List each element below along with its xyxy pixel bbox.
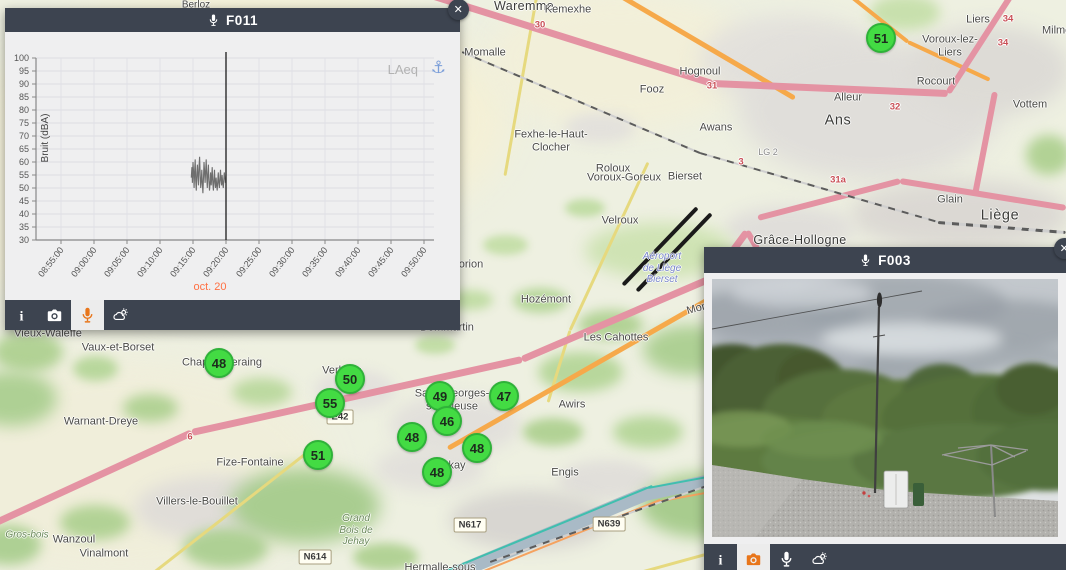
noise-chart: 303540455055606570758085909510008:55:00 0… [14,52,434,293]
noise-marker[interactable]: 48 [397,422,427,452]
svg-text:09:50:00: 09:50:00 [399,245,428,279]
svg-text:55: 55 [19,170,29,180]
map[interactable]: Berloz Waremme Kemexhe Momalle Hognoul Fooz Aw… [0,0,1066,570]
noise-marker[interactable]: 48 [204,348,234,378]
station-photo [672,274,1066,541]
svg-text:09:40:00: 09:40:00 [333,245,362,279]
svg-text:Bruit (dBA): Bruit (dBA) [40,114,51,163]
svg-text:40: 40 [19,209,29,219]
svg-text:09:20:00: 09:20:00 [201,245,230,279]
panel-title: F003 [878,252,911,268]
svg-text:09:25:00: 09:25:00 [234,245,263,279]
close-icon[interactable]: ✕ [448,0,469,20]
microphone-icon [209,14,218,26]
svg-text:45: 45 [19,196,29,206]
svg-text:09:05:00: 09:05:00 [102,245,131,279]
noise-marker[interactable]: 47 [489,381,519,411]
station-panel-f011: F011 ✕ 30 35 40 45 50 55 60 65 70 75 80 85 90 95 100 08… [5,0,469,330]
noise-marker[interactable]: 50 [335,364,365,394]
noise-marker[interactable]: 46 [432,406,462,436]
noise-marker[interactable]: 55 [315,388,345,418]
station-photo-image [672,274,1066,541]
f003-toolbar: i [704,544,1066,570]
noise-marker[interactable]: 51 [303,440,333,470]
noise-marker[interactable]: 48 [422,457,452,487]
svg-text:09:35:00: 09:35:00 [300,245,329,279]
svg-text:100: 100 [14,53,29,63]
mic-tab[interactable] [71,300,104,330]
svg-text:60: 60 [19,157,29,167]
anchor-icon[interactable]: ⚓ [431,58,446,78]
camera-tab[interactable] [38,300,71,330]
svg-text:LAeq: LAeq [388,62,418,77]
svg-text:30: 30 [19,235,29,245]
weather-tab[interactable] [104,300,137,330]
svg-text:09:45:00: 09:45:00 [366,245,395,279]
svg-text:95: 95 [19,66,29,76]
svg-text:09:10:00: 09:10:00 [135,245,164,279]
svg-text:i: i [719,552,723,568]
noise-marker[interactable]: 51 [866,23,896,53]
svg-text:i: i [20,308,24,324]
svg-text:70: 70 [19,131,29,141]
close-icon[interactable]: ✕ [1054,238,1066,259]
svg-text:09:15:00: 09:15:00 [168,245,197,279]
panel-header[interactable]: F003 ✕ [704,238,1066,273]
info-tab[interactable]: i [5,300,38,330]
info-tab[interactable]: i [704,544,737,570]
svg-text:08:55:00: 08:55:00 [36,245,65,279]
mic-tab[interactable] [770,544,803,570]
weather-tab[interactable] [803,544,836,570]
svg-text:90: 90 [19,79,29,89]
svg-text:80: 80 [19,105,29,115]
svg-text:35: 35 [19,222,29,232]
f011-toolbar: i [5,300,460,330]
svg-text:50: 50 [19,183,29,193]
svg-text:09:00:00: 09:00:00 [69,245,98,279]
station-panel-f003: F003 ✕ i [672,238,1066,570]
svg-text:75: 75 [19,118,29,128]
svg-text:oct. 20: oct. 20 [193,281,226,293]
camera-tab[interactable] [737,544,770,570]
svg-text:09:30:00: 09:30:00 [267,245,296,279]
noise-marker[interactable]: 48 [462,433,492,463]
svg-text:85: 85 [19,92,29,102]
microphone-icon [861,254,870,266]
panel-title: F011 [225,12,259,28]
svg-text:65: 65 [19,144,29,154]
panel-header[interactable]: F011 ✕ [5,0,469,32]
